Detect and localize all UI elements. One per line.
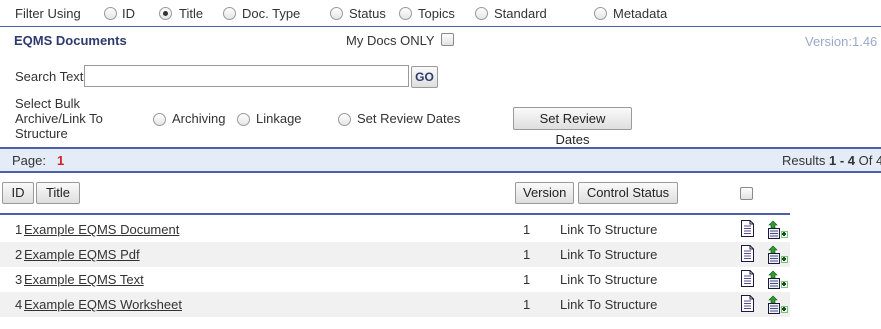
page-number[interactable]: 1 (57, 153, 64, 168)
document-icon[interactable] (741, 295, 754, 312)
link-to-structure-icon[interactable] (767, 295, 789, 315)
my-docs-checkbox[interactable] (441, 33, 454, 46)
document-title-link[interactable]: Example EQMS Text (24, 272, 144, 287)
row-number: 1 (15, 222, 23, 237)
filter-option-doc-type-label: Doc. Type (242, 6, 301, 21)
link-to-structure-icon[interactable] (767, 270, 789, 290)
bulk-radio-set-review-dates[interactable] (338, 113, 351, 126)
page-label: Page: (12, 153, 46, 168)
table-row: 2 Example EQMS Pdf 1 Link To Structure (0, 242, 790, 267)
filter-radio-title[interactable] (159, 7, 172, 20)
go-button[interactable]: GO (411, 66, 438, 88)
bulk-label-line2: Archive/Link To (15, 111, 103, 126)
row-version: 1 (523, 272, 531, 287)
filter-option-standard-label: Standard (494, 6, 547, 21)
row-number: 4 (15, 297, 23, 312)
document-title-link[interactable]: Example EQMS Pdf (24, 247, 140, 262)
row-control-status: Link To Structure (560, 272, 658, 287)
bulk-label-line1: Select Bulk (15, 96, 81, 111)
row-control-status: Link To Structure (560, 297, 658, 312)
row-version: 1 (523, 297, 531, 312)
table-row: 1 Example EQMS Document 1 Link To Struct… (0, 217, 790, 242)
filter-radio-metadata[interactable] (594, 7, 607, 20)
bulk-radio-linkage[interactable] (237, 113, 250, 126)
column-header-id[interactable]: ID (2, 182, 34, 204)
filter-option-topics-label: Topics (418, 6, 455, 21)
row-number: 2 (15, 247, 23, 262)
document-title-link[interactable]: Example EQMS Worksheet (24, 297, 182, 312)
select-all-checkbox[interactable] (740, 187, 753, 200)
document-icon[interactable] (741, 245, 754, 262)
filter-radio-id[interactable] (104, 7, 117, 20)
filter-option-id-label: ID (122, 6, 135, 21)
filter-radio-doc-type[interactable] (223, 7, 236, 20)
document-title-link[interactable]: Example EQMS Document (24, 222, 179, 237)
filter-option-title-label: Title (179, 6, 204, 21)
column-header-control-status[interactable]: Control Status (578, 182, 678, 204)
header-top-divider (0, 26, 881, 27)
row-control-status: Link To Structure (560, 222, 658, 237)
column-header-version[interactable]: Version (515, 182, 574, 204)
row-version: 1 (523, 247, 531, 262)
bulk-option-linkage-label: Linkage (256, 111, 302, 126)
table-row: 3 Example EQMS Text 1 Link To Structure (0, 267, 790, 292)
row-number: 3 (15, 272, 23, 287)
bulk-option-archiving-label: Archiving (172, 111, 226, 126)
bulk-label-line3: Structure (15, 126, 68, 141)
table-header-divider (0, 213, 790, 215)
link-to-structure-icon[interactable] (767, 245, 789, 265)
document-icon[interactable] (741, 270, 754, 287)
results-summary: Results 1 - 4 Of 4 (782, 153, 881, 168)
link-to-structure-icon[interactable] (767, 220, 789, 240)
document-icon[interactable] (741, 220, 754, 237)
filter-radio-status[interactable] (330, 7, 343, 20)
results-range: 1 - 4 (828, 153, 855, 168)
bulk-option-set-review-dates-label: Set Review Dates (357, 111, 461, 126)
filter-option-status-label: Status (349, 6, 386, 21)
search-input[interactable] (84, 65, 409, 87)
bulk-radio-archiving[interactable] (153, 113, 166, 126)
column-header-title[interactable]: Title (36, 182, 80, 204)
filter-option-metadata-label: Metadata (613, 6, 668, 21)
filter-label: Filter Using (15, 6, 81, 21)
results-prefix: Results (782, 153, 826, 168)
version-label: Version:1.46 (805, 34, 878, 49)
table-row: 4 Example EQMS Worksheet 1 Link To Struc… (0, 292, 790, 317)
pager-bar (0, 147, 881, 173)
set-review-dates-button[interactable]: Set Review Dates (513, 107, 632, 147)
results-of: Of 4 (858, 153, 881, 168)
row-version: 1 (523, 222, 531, 237)
search-label: Search Text (15, 69, 84, 84)
filter-radio-topics[interactable] (399, 7, 412, 20)
page-title: EQMS Documents (14, 33, 127, 48)
row-control-status: Link To Structure (560, 247, 658, 262)
filter-radio-standard[interactable] (475, 7, 488, 20)
my-docs-label: My Docs ONLY (346, 33, 435, 48)
